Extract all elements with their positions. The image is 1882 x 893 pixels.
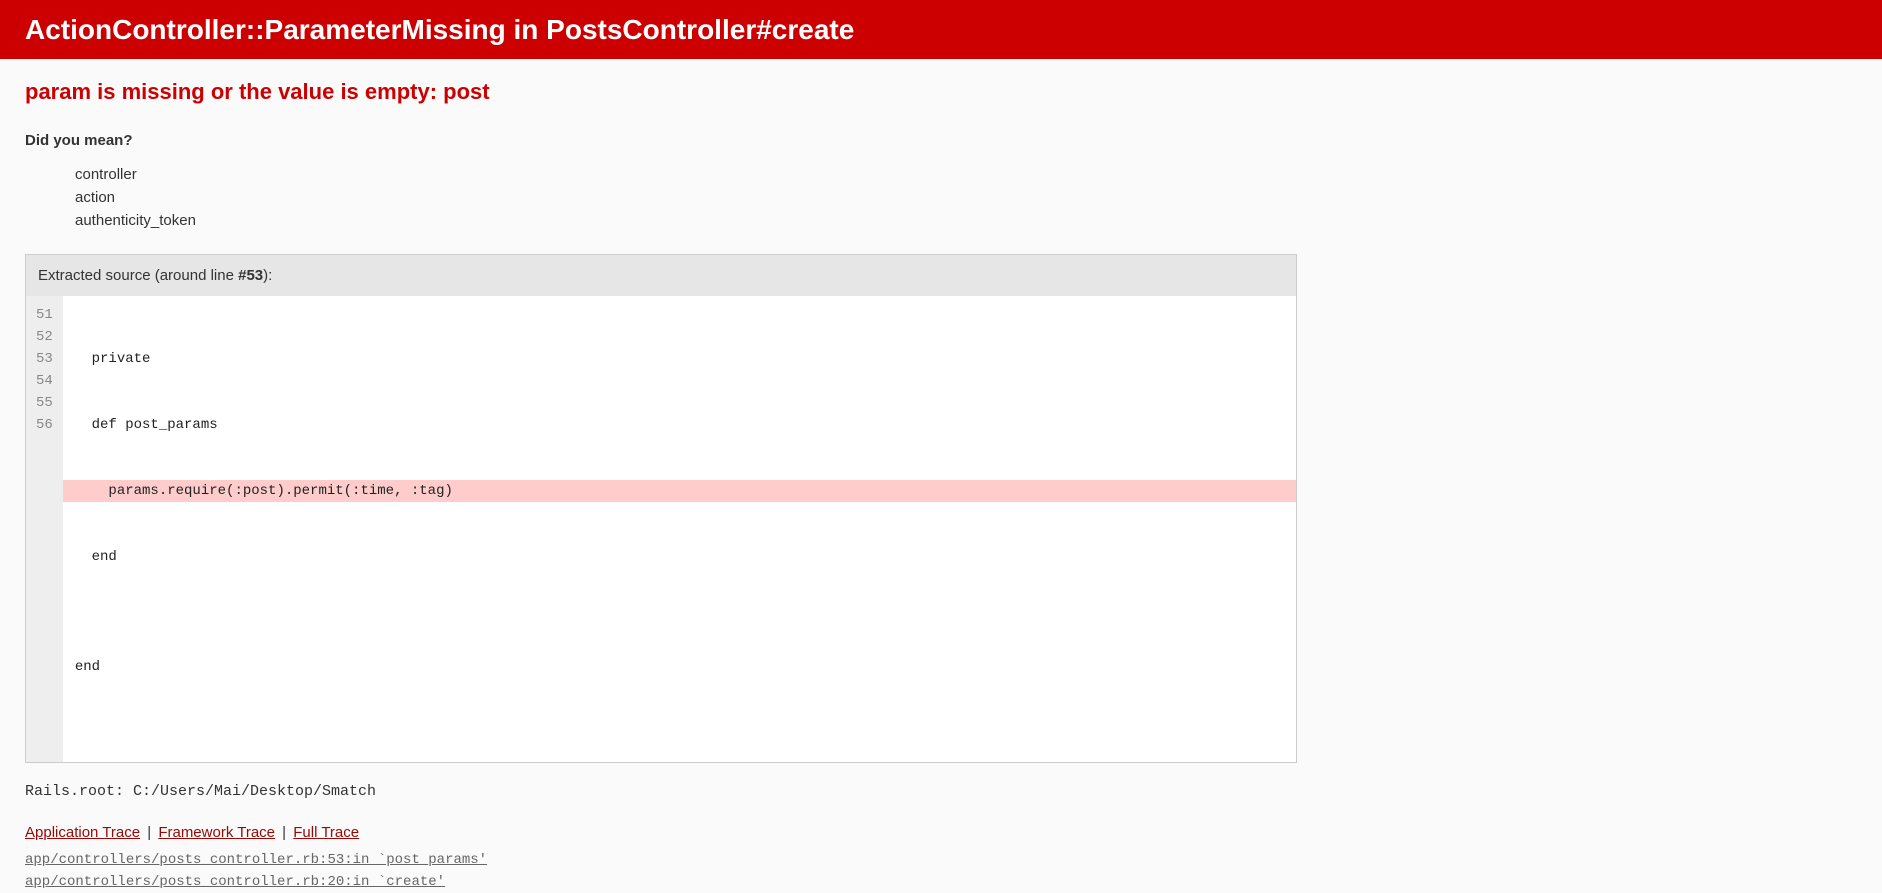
trace-list: app/controllers/posts_controller.rb:53:i… (25, 849, 1857, 893)
trace-entry: app/controllers/posts_controller.rb:53:i… (25, 849, 1857, 871)
line-number: 54 (32, 370, 57, 392)
error-header: ActionController::ParameterMissing in Po… (0, 0, 1882, 59)
line-number-gutter: 51 52 53 54 55 56 (26, 296, 63, 762)
separator: | (275, 824, 293, 841)
source-extract-box: Extracted source (around line #53): 51 5… (25, 254, 1297, 763)
line-number: 53 (32, 348, 57, 370)
separator: | (140, 824, 158, 841)
line-number: 51 (32, 304, 57, 326)
error-title: ActionController::ParameterMissing in Po… (25, 10, 1857, 49)
did-you-mean-label: Did you mean? (25, 130, 1857, 151)
trace-tabs: Application Trace | Framework Trace | Fu… (25, 822, 1857, 843)
line-number: 55 (32, 392, 57, 414)
source-body: 51 52 53 54 55 56 private def post_param… (26, 296, 1296, 762)
suggestion-list: controller action authenticity_token (75, 163, 1857, 232)
code-line: end (63, 656, 1296, 678)
application-trace-tab[interactable]: Application Trace (25, 824, 140, 841)
source-header-suffix: ): (263, 267, 272, 284)
source-header-line: #53 (238, 267, 263, 284)
content-area: param is missing or the value is empty: … (0, 59, 1882, 893)
full-trace-tab[interactable]: Full Trace (293, 824, 359, 841)
code-column: private def post_params params.require(:… (63, 296, 1296, 762)
suggestion-item: controller (75, 163, 1857, 186)
error-message: param is missing or the value is empty: … (25, 59, 1857, 118)
code-line: end (63, 546, 1296, 568)
did-you-mean-block: Did you mean? controller action authenti… (25, 130, 1857, 232)
line-number: 56 (32, 414, 57, 436)
code-line-highlighted: params.require(:post).permit(:time, :tag… (63, 480, 1296, 502)
trace-entry: app/controllers/posts_controller.rb:20:i… (25, 871, 1857, 893)
suggestion-item: authenticity_token (75, 209, 1857, 232)
line-number: 52 (32, 326, 57, 348)
suggestion-item: action (75, 186, 1857, 209)
source-header-prefix: Extracted source (around line (38, 267, 238, 284)
framework-trace-tab[interactable]: Framework Trace (158, 824, 275, 841)
source-extract-header: Extracted source (around line #53): (26, 255, 1296, 296)
rails-root-path: Rails.root: C:/Users/Mai/Desktop/Smatch (25, 781, 1857, 802)
trace-link[interactable]: app/controllers/posts_controller.rb:53:i… (25, 852, 487, 868)
code-line: private (63, 348, 1296, 370)
trace-link[interactable]: app/controllers/posts_controller.rb:20:i… (25, 874, 445, 890)
code-line: def post_params (63, 414, 1296, 436)
